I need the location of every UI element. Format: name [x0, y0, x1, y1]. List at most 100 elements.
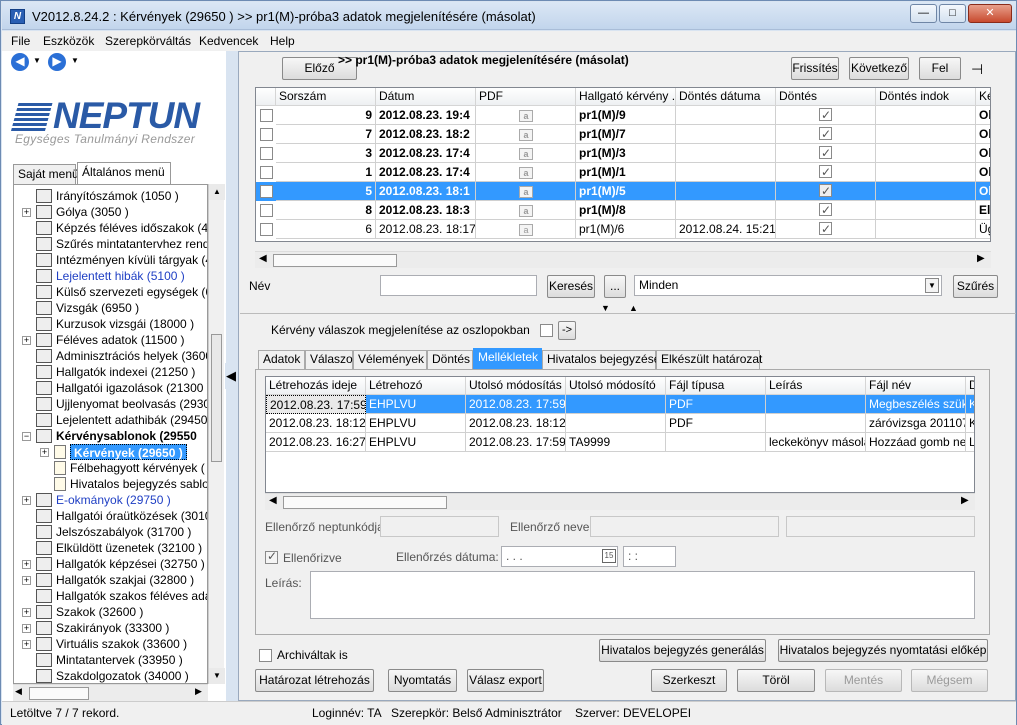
- tree-item[interactable]: Gólya (3050 ): [56, 204, 129, 220]
- forward-arrow-icon[interactable]: ▶: [48, 53, 66, 71]
- minimize-button[interactable]: —: [910, 4, 937, 23]
- grid-header-cell[interactable]: Döntés dátuma: [676, 88, 776, 106]
- answer-export-button[interactable]: Válasz export: [467, 669, 544, 692]
- tab-altalanos-menu[interactable]: Általános menü: [77, 162, 171, 184]
- row-select-checkbox[interactable]: [260, 109, 273, 122]
- menu-szerepkorvaltas[interactable]: Szerepkörváltás: [105, 34, 191, 48]
- next-button[interactable]: Következő: [849, 57, 909, 80]
- splitter-down-icon[interactable]: ▼: [601, 303, 610, 313]
- tree-item[interactable]: Vizsgák (6950 ): [56, 300, 139, 316]
- verifier-neptun-input[interactable]: [380, 516, 499, 537]
- verifier-extra-input[interactable]: [786, 516, 975, 537]
- up-button[interactable]: Fel: [919, 57, 961, 80]
- edit-button[interactable]: Szerkeszt: [651, 669, 727, 692]
- row-select-checkbox[interactable]: [260, 147, 273, 160]
- scroll-left-icon[interactable]: ◀: [15, 686, 22, 697]
- tab-5[interactable]: Hivatalos bejegyzések: [542, 350, 666, 369]
- tree-item[interactable]: Külső szervezeti egységek (6: [56, 284, 207, 300]
- pdf-file-icon[interactable]: a: [519, 110, 533, 122]
- tree-item[interactable]: Hallgatók képzései (32750 ): [56, 556, 205, 572]
- attachment-header-cell[interactable]: Utolsó módosító: [566, 377, 666, 395]
- official-entry-print-preview-button[interactable]: Hivatalos bejegyzés nyomtatási előkép: [778, 639, 988, 662]
- delete-button[interactable]: Töröl: [737, 669, 815, 692]
- requests-grid-hscrollbar[interactable]: ◀ ▶: [255, 251, 991, 268]
- description-textarea[interactable]: [310, 571, 975, 619]
- scroll-right-icon[interactable]: ▶: [195, 686, 202, 697]
- tab-2[interactable]: Vélemények: [353, 350, 427, 369]
- grid-scroll-right-icon[interactable]: ▶: [977, 253, 985, 264]
- tree-item[interactable]: Szakirányok (33300 ): [56, 620, 169, 636]
- tree-item[interactable]: E-okmányok (29750 ): [56, 492, 171, 508]
- attachment-header-cell[interactable]: Fájl név: [866, 377, 966, 395]
- tree-item[interactable]: Kérvények (29650 ): [70, 444, 187, 460]
- scroll-down-icon[interactable]: ▼: [209, 668, 225, 684]
- pdf-file-icon[interactable]: a: [519, 129, 533, 141]
- scroll-up-icon[interactable]: ▲: [209, 184, 225, 200]
- tree-scroll-thumb[interactable]: [211, 334, 222, 462]
- grid-hscroll-thumb[interactable]: [273, 254, 397, 267]
- tree-item[interactable]: Hivatalos bejegyzés sablo: [70, 476, 207, 492]
- verifier-name-input[interactable]: [590, 516, 779, 537]
- forward-dropdown-icon[interactable]: ▼: [71, 56, 79, 65]
- collapse-panel-icon[interactable]: ◀: [225, 363, 237, 389]
- row-select-checkbox[interactable]: [260, 204, 273, 217]
- tree-item[interactable]: Jelszószabályok (31700 ): [56, 524, 191, 540]
- expand-node-icon[interactable]: +: [22, 560, 31, 569]
- tree-item[interactable]: Lejelentett adathibák (29450: [56, 412, 207, 428]
- verified-checkbox[interactable]: [265, 549, 278, 564]
- verification-date-input[interactable]: . . . 15: [501, 546, 618, 567]
- tree-item[interactable]: Féléves adatok (11500 ): [56, 332, 185, 348]
- tree-item[interactable]: Kérvénysablonok (29550: [56, 428, 197, 444]
- tree-hscroll-thumb[interactable]: [29, 687, 89, 700]
- close-button[interactable]: ✕: [968, 4, 1012, 23]
- maximize-button[interactable]: □: [939, 4, 966, 23]
- tree-item[interactable]: Szakok (32600 ): [56, 604, 143, 620]
- pdf-file-icon[interactable]: a: [519, 224, 533, 236]
- columns-toggle-checkbox[interactable]: [540, 324, 553, 337]
- row-select-checkbox[interactable]: [260, 185, 273, 198]
- collapse-node-icon[interactable]: −: [22, 432, 31, 441]
- back-arrow-icon[interactable]: ◀: [11, 53, 29, 71]
- tree-item[interactable]: Adminisztrációs helyek (3600: [56, 348, 207, 364]
- print-button[interactable]: Nyomtatás: [388, 669, 457, 692]
- tab-6[interactable]: Elkészült határozat: [656, 350, 762, 369]
- expand-node-icon[interactable]: +: [22, 208, 31, 217]
- tree-item[interactable]: Hallgatói óraütközések (3010: [56, 508, 207, 524]
- tree-item[interactable]: Félbehagyott kérvények (: [70, 460, 205, 476]
- cancel-button[interactable]: Mégsem: [911, 669, 988, 692]
- tab-0[interactable]: Adatok: [258, 350, 305, 369]
- attachment-header-cell[interactable]: Létrehozó: [366, 377, 466, 395]
- tree-item[interactable]: Lejelentett hibák (5100 ): [56, 268, 185, 284]
- attachments-grid-hscrollbar[interactable]: ◀ ▶: [265, 493, 975, 510]
- pin-icon[interactable]: ⊣: [971, 61, 983, 78]
- tree-item[interactable]: Irányítószámok (1050 ): [56, 188, 179, 204]
- tree-horizontal-scrollbar[interactable]: ◀ ▶: [13, 684, 208, 701]
- tree-item[interactable]: Szakdolgozatok (34000 ): [56, 668, 189, 683]
- refresh-button[interactable]: Frissítés: [791, 57, 839, 80]
- generate-official-entry-button[interactable]: Hivatalos bejegyzés generálás: [599, 639, 766, 662]
- chevron-down-icon[interactable]: ▼: [925, 278, 939, 293]
- attachment-header-cell[interactable]: Leírás: [766, 377, 866, 395]
- expand-node-icon[interactable]: +: [22, 608, 31, 617]
- tree-vertical-scrollbar[interactable]: ▲ ▼: [208, 184, 225, 684]
- attachment-header-cell[interactable]: Fájl típusa: [666, 377, 766, 395]
- tree-item[interactable]: Hallgatók indexei (21250 ): [56, 364, 195, 380]
- filter-select[interactable]: Minden ▼: [634, 275, 942, 296]
- grid-header-cell[interactable]: Döntés: [776, 88, 876, 106]
- tab-sajat-menu[interactable]: Saját menü: [13, 164, 79, 184]
- tab-4[interactable]: Mellékletek: [473, 348, 542, 369]
- expand-node-icon[interactable]: +: [22, 496, 31, 505]
- row-select-checkbox[interactable]: [260, 128, 273, 141]
- expand-node-icon[interactable]: +: [40, 448, 49, 457]
- attachment-header-cell[interactable]: Létrehozás ideje: [266, 377, 366, 395]
- tree-item[interactable]: Szűrés mintatantervhez rende: [56, 236, 207, 252]
- pdf-file-icon[interactable]: a: [519, 186, 533, 198]
- att-scroll-left-icon[interactable]: ◀: [269, 495, 277, 506]
- tree-item[interactable]: Hallgatók szakos féléves ada: [56, 588, 207, 604]
- attachment-header-cell[interactable]: Utolsó módosítás ...: [466, 377, 566, 395]
- attachment-header-cell[interactable]: D: [966, 377, 974, 395]
- tree-item[interactable]: Hallgatói igazolások (21300 ): [56, 380, 207, 396]
- grid-header-cell[interactable]: Dátum: [376, 88, 476, 106]
- tree-item[interactable]: Képzés féléves időszakok (44: [56, 220, 207, 236]
- pdf-file-icon[interactable]: a: [519, 148, 533, 160]
